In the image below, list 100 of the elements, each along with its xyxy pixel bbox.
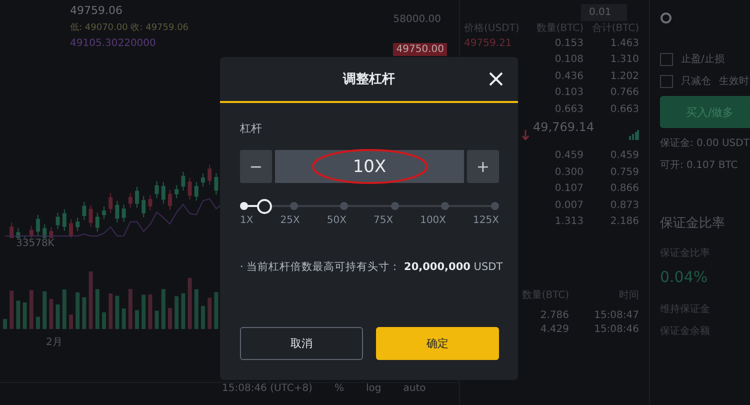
candlestick [174,184,179,199]
candlestick [88,204,93,228]
slider-mark: 75X [373,215,394,226]
candlestick [122,204,126,222]
candlestick [56,212,60,230]
checkbox-label: 只减仓 [681,74,711,88]
ask-total: 1.310 [609,54,639,65]
slider-tick[interactable] [390,202,399,210]
ask-quantity: 0.108 [554,54,584,65]
month-label: 2月 [45,336,62,349]
slider-tick[interactable] [340,202,348,210]
cancel-button[interactable]: 取消 [240,327,363,360]
ratio-value: 0.04% [660,268,708,286]
checkbox[interactable] [660,52,673,66]
candlestick [135,186,139,208]
leverage-field[interactable]: 10X [275,150,464,183]
candlestick [102,206,106,220]
bid-quantity: 0.007 [554,200,584,210]
slider-mark: 1X [240,215,254,226]
ask-total: 1.463 [609,38,639,48]
slider-mark: 100X [420,215,446,226]
chart-toolbar-item[interactable]: 15:08:46 (UTC+8) [222,383,312,394]
ask-price: 49759.21 [464,38,513,48]
bid-total: 0.873 [609,200,639,210]
candlestick [142,196,146,218]
chart-toolbar-item[interactable]: log [366,383,382,394]
candlestick [208,164,212,186]
chart-toolbar-item[interactable]: auto [403,383,426,394]
signal-icon [629,130,639,140]
bid-quantity: 0.459 [554,150,584,161]
trade-time: 15:08:47 [593,310,639,320]
slider-tick[interactable] [240,202,248,210]
bid-total: 0.759 [609,166,639,178]
dialog-title: 调整杠杆 [343,71,395,88]
circle-icon [660,12,672,24]
candlestick [10,222,14,238]
time-in-force[interactable]: 生效时 [719,74,749,88]
candlestick [188,177,192,200]
candlestick [181,171,186,191]
checkbox-label: 止盈/止损 [681,52,724,66]
ask-total: 1.202 [609,70,639,82]
bid-quantity: 0.300 [554,166,584,178]
ask-quantity: 0.153 [554,38,584,48]
increase-button[interactable]: + [467,150,499,183]
candlestick [69,218,73,238]
bid-total: 0.459 [609,150,639,161]
candlestick [148,194,152,211]
candlestick [16,228,20,238]
slider-thumb[interactable] [257,198,272,214]
candlestick [201,173,205,188]
decrease-button[interactable]: − [240,150,272,183]
trade-quantity: 4.429 [539,324,569,334]
confirm-button[interactable]: 确定 [376,327,499,360]
bid-quantity: 0.107 [554,183,584,194]
step-dropdown[interactable]: 0.01 [581,4,627,21]
candlestick [168,189,172,210]
slider-tick[interactable] [290,202,298,210]
candlestick [36,214,40,236]
candlestick [115,200,120,224]
ask-quantity: 0.663 [554,104,584,114]
candlestick [108,192,113,214]
bid-total: 0.866 [609,183,639,194]
candlestick [49,226,54,238]
trade-quantity: 2.786 [539,310,569,320]
down-arrow-icon [522,130,529,140]
price-tag: 49750.00 [393,43,447,56]
mid-price: 49,769.14 [533,120,594,134]
ask-total: 0.766 [609,87,639,98]
candlestick [128,192,132,208]
field-label: 杠杆 [240,121,263,136]
slider-mark: 50X [326,215,346,226]
ask-total: 0.663 [609,104,639,114]
candlestick [161,181,166,204]
axis-price: 58000.00 [393,14,441,25]
candlestick [95,212,100,232]
slider-mark: 125X [473,215,499,226]
ask-quantity: 0.436 [554,70,584,82]
ma-value: 49105.30220000 [70,38,156,49]
volume-label: 33578K [15,238,54,249]
slider-tick[interactable] [440,202,449,210]
section-title: 保证金比率 [660,215,725,232]
checkbox[interactable] [660,74,673,88]
last-price: 49759.06 [70,4,122,17]
slider-mark: 25X [280,215,300,226]
candlestick [76,217,80,232]
ask-quantity: 0.103 [554,87,584,98]
candlestick [154,180,159,199]
candlestick [194,181,198,202]
candlestick [214,172,218,196]
ohlc-text: 低: 49070.00 收: 49759.06 [70,22,189,34]
available-text: 可开: 0.107 BTC [660,159,738,172]
bid-quantity: 1.313 [554,216,584,227]
candlestick [42,224,47,238]
trade-time: 15:08:46 [593,324,639,334]
margin-text: 保证金: 0.00 USDT [660,137,750,150]
candlestick [82,201,86,220]
candlestick [62,208,66,232]
slider-tick[interactable] [490,202,499,210]
chart-toolbar-item[interactable]: % [334,383,344,394]
candlestick [29,225,34,238]
